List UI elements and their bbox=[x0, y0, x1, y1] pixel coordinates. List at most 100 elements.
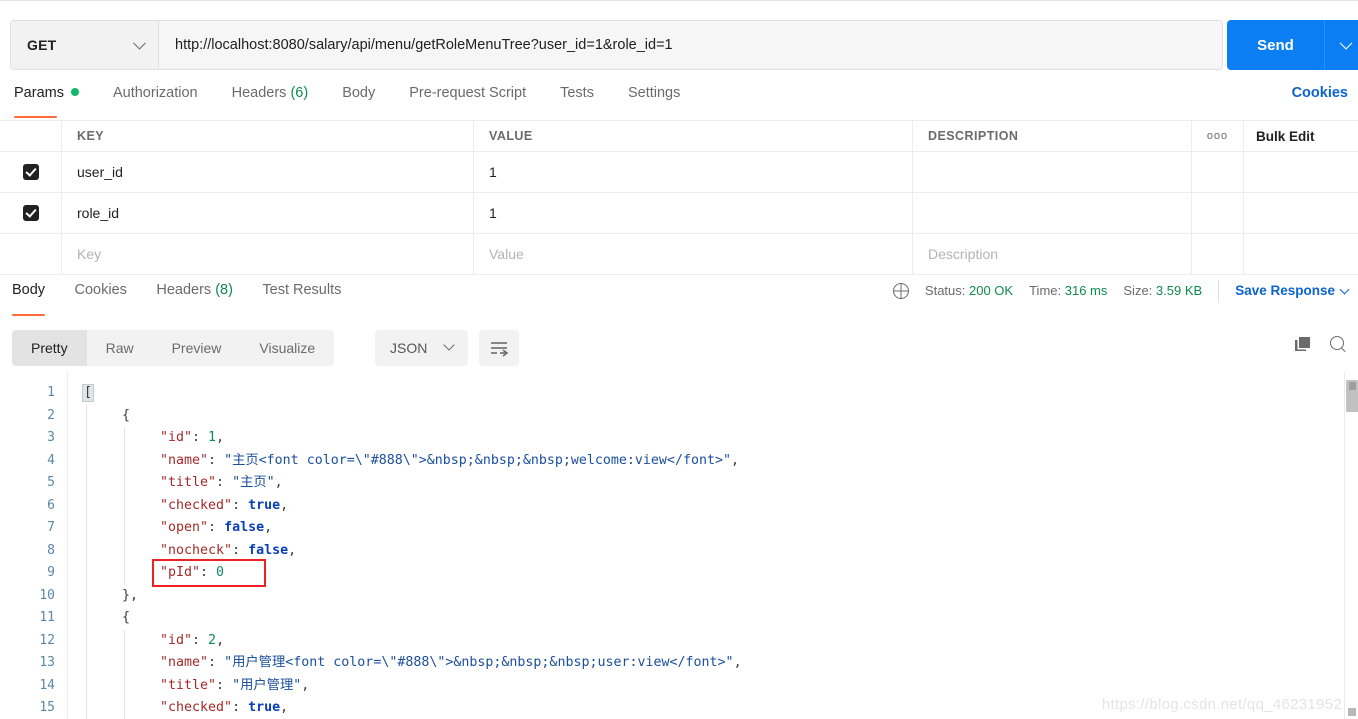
time-group: Time: 316 ms bbox=[1029, 280, 1107, 302]
more-options-icon[interactable]: ooo bbox=[1207, 130, 1228, 142]
table-row-empty[interactable]: Key Value Description bbox=[0, 234, 1358, 275]
code-token: "id" bbox=[160, 632, 193, 648]
param-value[interactable]: 1 bbox=[489, 164, 497, 180]
code-token: "主页<font color=\"#888\">&nbsp;&nbsp;&nbs… bbox=[224, 452, 731, 468]
view-mode-pretty[interactable]: Pretty bbox=[12, 330, 87, 366]
param-key[interactable]: role_id bbox=[77, 205, 119, 221]
copy-icon[interactable] bbox=[1295, 336, 1312, 354]
view-mode-preview[interactable]: Preview bbox=[153, 330, 241, 366]
code-token: "title" bbox=[160, 677, 217, 693]
code-line[interactable]: "checked": true, bbox=[160, 697, 288, 719]
time-label: Time: bbox=[1029, 283, 1062, 298]
bulk-edit-button[interactable]: Bulk Edit bbox=[1256, 129, 1315, 144]
code-line[interactable]: { bbox=[122, 607, 130, 630]
tab-settings[interactable]: Settings bbox=[628, 80, 680, 118]
column-header-value: VALUE bbox=[489, 129, 533, 143]
response-tab-body[interactable]: Body bbox=[12, 278, 46, 316]
code-lines[interactable]: [{"id": 1, "name": "主页<font color=\"#888\… bbox=[68, 372, 1358, 719]
response-tab-cookies[interactable]: Cookies bbox=[75, 278, 127, 316]
code-line[interactable]: "id": 1, bbox=[160, 427, 224, 450]
response-body-code-viewer[interactable]: 1 2 3 4 5 6 7 8 9 10 11 12 13 14 15 [{"id": 1, "name": … bbox=[0, 372, 1358, 719]
code-line[interactable]: "pId": 0 bbox=[160, 562, 224, 585]
send-button[interactable]: Send bbox=[1227, 20, 1325, 70]
line-number: 7 bbox=[47, 520, 55, 535]
tab-tests[interactable]: Tests bbox=[560, 80, 594, 118]
code-line[interactable]: }, bbox=[122, 585, 138, 608]
code-line[interactable]: "nocheck": false, bbox=[160, 540, 296, 563]
status-value: 200 OK bbox=[969, 283, 1014, 298]
row-checkbox[interactable] bbox=[22, 164, 39, 180]
code-line[interactable]: "title": "用户管理", bbox=[160, 675, 309, 698]
code-token: , bbox=[301, 677, 310, 693]
line-number: 3 bbox=[47, 430, 55, 445]
size-value: 3.59 KB bbox=[1155, 283, 1203, 298]
send-options-chevron-icon[interactable] bbox=[1325, 20, 1358, 70]
code-line[interactable]: "open": false, bbox=[160, 517, 272, 540]
code-token: , bbox=[130, 587, 139, 603]
code-token: "name" bbox=[160, 452, 209, 468]
line-number: 5 bbox=[47, 475, 55, 490]
code-line[interactable]: [ bbox=[84, 382, 92, 405]
code-token: { bbox=[122, 610, 131, 625]
response-tab-test-results[interactable]: Test Results bbox=[262, 278, 341, 316]
code-token: : bbox=[208, 520, 225, 535]
table-row[interactable]: role_id 1 bbox=[0, 193, 1358, 234]
wrap-lines-button[interactable] bbox=[479, 330, 519, 366]
indent-guide bbox=[124, 427, 125, 585]
tab-authorization[interactable]: Authorization bbox=[113, 80, 198, 118]
tab-params[interactable]: Params bbox=[14, 80, 79, 118]
view-mode-segmented-control: Pretty Raw Preview Visualize bbox=[12, 330, 335, 366]
vertical-scrollbar[interactable] bbox=[1344, 372, 1358, 719]
request-url-input[interactable]: http://localhost:8080/salary/api/menu/ge… bbox=[159, 21, 1222, 69]
view-mode-visualize[interactable]: Visualize bbox=[240, 330, 334, 366]
response-tab-bar: Body Cookies Headers (8) Test Results St… bbox=[0, 278, 1358, 320]
params-table: KEY VALUE DESCRIPTION ooo Bulk Edit user… bbox=[0, 120, 1358, 275]
code-token: "name" bbox=[160, 655, 209, 670]
param-key[interactable]: user_id bbox=[77, 164, 123, 180]
code-token: } bbox=[122, 587, 131, 603]
tab-body[interactable]: Body bbox=[342, 80, 375, 118]
tab-headers-count: (6) bbox=[290, 85, 309, 101]
header-checkbox-cell bbox=[0, 121, 62, 151]
line-number: 15 bbox=[39, 700, 55, 715]
http-method-select[interactable]: GET bbox=[11, 21, 159, 69]
code-token: 1 bbox=[208, 430, 217, 445]
size-group: Size: 3.59 KB bbox=[1123, 280, 1202, 302]
row-checkbox[interactable] bbox=[22, 205, 39, 221]
code-line[interactable]: { bbox=[122, 405, 130, 428]
code-token: : bbox=[216, 475, 233, 490]
code-token: 0 bbox=[216, 565, 225, 580]
code-token: , bbox=[288, 542, 297, 558]
param-value[interactable]: 1 bbox=[489, 205, 497, 221]
code-line[interactable]: "title": "主页", bbox=[160, 472, 283, 495]
code-line[interactable]: "checked": true, bbox=[160, 495, 288, 518]
new-param-key-input[interactable]: Key bbox=[77, 246, 101, 262]
code-token: "主页" bbox=[232, 475, 275, 490]
code-line[interactable]: "name": "用户管理<font color=\"#888\">&nbsp;… bbox=[160, 652, 742, 675]
code-line[interactable]: "name": "主页<font color=\"#888\">&nbsp;&n… bbox=[160, 450, 739, 473]
language-select[interactable]: JSON bbox=[375, 330, 469, 366]
new-param-description-input[interactable]: Description bbox=[928, 246, 998, 262]
save-response-label: Save Response bbox=[1235, 283, 1335, 298]
line-number: 13 bbox=[39, 655, 55, 670]
table-row[interactable]: user_id 1 bbox=[0, 152, 1358, 193]
view-mode-raw[interactable]: Raw bbox=[87, 330, 153, 366]
time-value: 316 ms bbox=[1064, 283, 1108, 298]
response-tab-headers[interactable]: Headers (8) bbox=[156, 278, 233, 316]
indent-guide bbox=[124, 629, 125, 719]
size-label: Size: bbox=[1123, 283, 1153, 298]
response-tab-headers-label: Headers bbox=[156, 282, 212, 298]
code-token: : bbox=[232, 700, 249, 715]
new-param-value-input[interactable]: Value bbox=[489, 246, 524, 262]
wrap-lines-icon bbox=[491, 342, 509, 357]
tab-headers[interactable]: Headers (6) bbox=[232, 80, 309, 118]
indent-guide bbox=[86, 404, 87, 719]
save-response-button[interactable]: Save Response bbox=[1235, 280, 1350, 302]
tab-pre-request-script[interactable]: Pre-request Script bbox=[409, 80, 526, 118]
code-token: "用户管理" bbox=[232, 677, 302, 693]
cookies-link[interactable]: Cookies bbox=[1292, 80, 1348, 106]
search-icon[interactable] bbox=[1330, 336, 1348, 354]
line-number: 9 bbox=[47, 565, 55, 580]
line-number: 14 bbox=[39, 677, 55, 693]
code-line[interactable]: "id": 2, bbox=[160, 630, 224, 653]
